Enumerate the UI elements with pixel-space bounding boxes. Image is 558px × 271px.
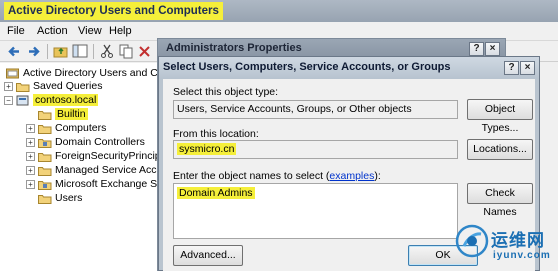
copy-icon[interactable] xyxy=(118,44,134,59)
names-label-suffix: ): xyxy=(374,170,381,182)
tree-item-label: Domain Controllers xyxy=(55,136,145,148)
tree-item-label: Builtin xyxy=(55,108,88,120)
advanced-button[interactable]: Advanced... xyxy=(173,245,243,266)
show-tree-icon[interactable] xyxy=(72,44,88,59)
forward-arrow-icon[interactable] xyxy=(26,44,42,59)
dialog-title-bar: Select Users, Computers, Service Account… xyxy=(159,57,539,79)
object-type-label: Select this object type: xyxy=(173,86,279,98)
location-field: sysmicro.cn xyxy=(173,140,458,159)
up-folder-icon[interactable] xyxy=(53,44,69,59)
tree-item-label: contoso.local xyxy=(33,94,99,106)
folder-icon xyxy=(16,83,30,92)
watermark: 运维网 iyunv.com xyxy=(455,224,558,271)
menu-action[interactable]: Action xyxy=(37,25,68,37)
delete-icon[interactable] xyxy=(137,44,153,59)
expand-icon[interactable]: + xyxy=(26,152,35,161)
tree-item-label: Saved Queries xyxy=(33,80,103,92)
expand-icon[interactable]: + xyxy=(26,124,35,133)
cut-icon[interactable] xyxy=(99,44,115,59)
props-help-button[interactable]: ? xyxy=(469,42,484,56)
expand-icon[interactable]: + xyxy=(26,166,35,175)
dialog-title: Select Users, Computers, Service Account… xyxy=(163,61,451,73)
aduc-title-bar: Active Directory Users and Computers xyxy=(0,0,558,22)
tree-item-label: Microsoft Exchange Sec xyxy=(55,178,169,190)
expand-icon[interactable]: + xyxy=(4,82,13,91)
collapse-icon[interactable]: − xyxy=(4,96,13,105)
props-close-button[interactable]: × xyxy=(485,42,500,56)
menu-view[interactable]: View xyxy=(78,25,102,37)
tree-item-label: Managed Service Acco xyxy=(55,164,163,176)
watermark-en: iyunv.com xyxy=(493,250,551,261)
object-names-value: Domain Admins xyxy=(177,187,255,199)
location-label: From this location: xyxy=(173,128,259,140)
tree-item-label: Active Directory Users and Con xyxy=(23,67,170,79)
names-label-prefix: Enter the object names to select ( xyxy=(173,170,330,182)
folder-icon xyxy=(38,125,52,134)
expand-icon[interactable]: + xyxy=(26,138,35,147)
tree-item-label: ForeignSecurityPrincipal xyxy=(55,150,169,162)
object-names-label: Enter the object names to select (exampl… xyxy=(173,170,381,182)
menu-help[interactable]: Help xyxy=(109,25,132,37)
console-tree: Active Directory Users and Con + Saved Q… xyxy=(0,63,169,271)
examples-link[interactable]: examples xyxy=(329,170,374,182)
watermark-cn: 运维网 xyxy=(491,231,545,250)
ou-folder-icon xyxy=(38,181,52,190)
menu-file[interactable]: File xyxy=(7,25,25,37)
aduc-snapin-icon xyxy=(6,68,19,79)
expand-icon[interactable]: + xyxy=(26,180,35,189)
location-value: sysmicro.cn xyxy=(177,143,237,155)
object-types-button[interactable]: Object Types... xyxy=(467,99,533,134)
domain-icon xyxy=(16,95,29,106)
aduc-window-title: Active Directory Users and Computers xyxy=(4,2,223,20)
watermark-logo-icon xyxy=(455,224,489,258)
object-names-textarea[interactable]: Domain Admins xyxy=(173,183,458,239)
toolbar-separator xyxy=(93,44,94,59)
toolbar-separator xyxy=(47,44,48,59)
close-button[interactable]: × xyxy=(520,61,535,75)
help-button[interactable]: ? xyxy=(504,61,519,75)
folder-icon xyxy=(38,111,52,120)
ou-folder-icon xyxy=(38,139,52,148)
locations-button[interactable]: Locations... xyxy=(467,139,533,160)
object-type-field: Users, Service Accounts, Groups, or Othe… xyxy=(173,100,458,119)
tree-item-label: Computers xyxy=(55,122,107,134)
tree-item-label: Users xyxy=(55,192,83,204)
folder-icon xyxy=(38,195,52,204)
folder-icon xyxy=(38,153,52,162)
back-arrow-icon[interactable] xyxy=(6,44,22,59)
folder-icon xyxy=(38,167,52,176)
props-dialog-title: Administrators Properties xyxy=(166,42,302,54)
check-names-button[interactable]: Check Names xyxy=(467,183,533,218)
